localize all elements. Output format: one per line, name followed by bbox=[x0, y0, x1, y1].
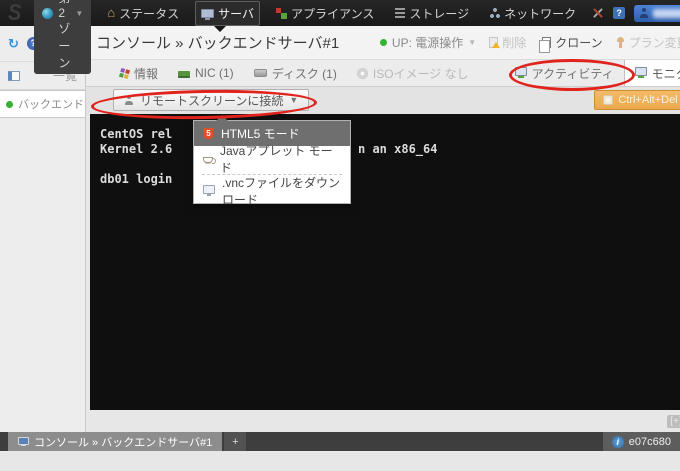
globe-icon bbox=[42, 8, 53, 19]
refresh-icon[interactable]: ↻ bbox=[8, 38, 19, 50]
body-row: ↻ 一覧 バックエンドサ コンソール » バックエンドサーバ#1 UP bbox=[0, 26, 680, 432]
person-icon bbox=[124, 95, 134, 106]
console-login-prompt: db01 login bbox=[100, 172, 680, 187]
chevron-down-icon: ▼ bbox=[468, 38, 476, 47]
zone-label: 石狩第2ゾーン bbox=[58, 0, 70, 71]
tab-activity[interactable]: アクティビティ bbox=[505, 60, 624, 86]
html5-icon bbox=[203, 128, 214, 140]
chevron-down-icon: ▼ bbox=[75, 9, 83, 18]
menu-item-download-vnc-file[interactable]: .vncファイルをダウンロード bbox=[194, 178, 350, 203]
nav-item-storage[interactable]: ストレージ bbox=[390, 2, 474, 25]
console-line: Kernel 2.6 n an x86_64 bbox=[100, 142, 680, 157]
storage-icon bbox=[395, 8, 405, 18]
tools-icon[interactable] bbox=[592, 7, 604, 19]
console-line-fragment: n an x86_64 bbox=[358, 142, 437, 157]
chevron-down-icon: ▼ bbox=[289, 95, 298, 105]
vnc-file-icon bbox=[203, 185, 215, 194]
app-window: S 石狩第2ゾーン ▼ ⌂ ステータス サーバ アプライアンス ストレージ ネッ… bbox=[0, 0, 680, 471]
tab-info[interactable]: 情報 bbox=[110, 60, 168, 86]
server-icon bbox=[201, 9, 214, 18]
console-line bbox=[100, 157, 680, 172]
delete-page-icon bbox=[489, 37, 498, 48]
info-icon bbox=[612, 436, 624, 448]
console-footer-strip: [+] bbox=[86, 410, 680, 432]
plan-change-icon bbox=[616, 37, 625, 48]
appliance-icon bbox=[276, 8, 287, 19]
nic-icon bbox=[178, 71, 190, 78]
tab-iso-image: ISOイメージ なし bbox=[347, 60, 479, 86]
monitor-icon bbox=[18, 437, 29, 445]
account-pill[interactable] bbox=[634, 5, 680, 22]
disk-icon bbox=[254, 69, 267, 77]
page-header: コンソール » バックエンドサーバ#1 UP: 電源操作 ▼ 削除 クローン bbox=[86, 26, 680, 60]
sidebar: ↻ 一覧 バックエンドサ bbox=[0, 26, 86, 432]
menu-item-java-applet-mode[interactable]: Javaアプレット モード bbox=[194, 146, 350, 171]
clone-button[interactable]: クローン bbox=[539, 34, 602, 51]
top-navbar: S 石狩第2ゾーン ▼ ⌂ ステータス サーバ アプライアンス ストレージ ネッ… bbox=[0, 0, 680, 26]
nav-item-appliance[interactable]: アプライアンス bbox=[271, 2, 379, 25]
tab-bar: 情報 NIC (1) ディスク (1) ISOイメージ なし アクティビティ bbox=[86, 60, 680, 87]
header-actions: UP: 電源操作 ▼ 削除 クローン プラン変更 bbox=[380, 34, 680, 51]
bottom-status-bar: コンソール » バックエンドサーバ#1 + e07c680 bbox=[0, 432, 680, 451]
remote-console-screen[interactable]: CentOS rel Kernel 2.6 n an x86_64 db01 l… bbox=[90, 114, 680, 411]
monitor-icon bbox=[635, 67, 647, 76]
info-pinwheel-icon bbox=[119, 68, 130, 79]
iso-image-icon bbox=[357, 68, 368, 79]
navbar-right-group: アカウント bbox=[592, 0, 680, 33]
tab-disk[interactable]: ディスク (1) bbox=[244, 60, 347, 86]
build-version-badge: e07c680 bbox=[603, 432, 680, 451]
person-icon bbox=[639, 8, 649, 19]
list-book-icon[interactable] bbox=[8, 71, 20, 81]
java-cup-icon bbox=[203, 157, 213, 163]
status-up-dot-icon bbox=[380, 39, 387, 46]
expand-console-control[interactable]: [+] bbox=[667, 415, 680, 428]
help-icon[interactable] bbox=[613, 7, 625, 19]
page-title: コンソール » バックエンドサーバ#1 bbox=[96, 32, 339, 53]
network-icon bbox=[490, 8, 500, 18]
account-name-redacted bbox=[653, 9, 680, 18]
nav-item-network[interactable]: ネットワーク bbox=[485, 2, 581, 25]
new-tab-button[interactable]: + bbox=[224, 432, 246, 451]
nav-item-server[interactable]: サーバ bbox=[195, 1, 260, 26]
clone-copy-icon bbox=[542, 37, 551, 48]
sidebar-item-backend-server[interactable]: バックエンドサ bbox=[0, 90, 86, 118]
console-line: CentOS rel bbox=[100, 127, 680, 142]
dropdown-pointer bbox=[216, 115, 228, 121]
nav-item-status[interactable]: ⌂ ステータス bbox=[102, 2, 184, 25]
zone-selector[interactable]: 石狩第2ゾーン ▼ bbox=[34, 0, 91, 74]
tab-monitor[interactable]: モニタ bbox=[624, 60, 680, 86]
delete-button: 削除 bbox=[489, 34, 526, 51]
remote-screen-connect-button[interactable]: リモートスクリーンに接続 ▼ bbox=[113, 89, 309, 111]
active-nav-pointer bbox=[214, 26, 226, 32]
connect-mode-dropdown-menu: HTML5 モード Javaアプレット モード .vncファイルをダウンロード bbox=[193, 120, 351, 204]
power-status-dropdown[interactable]: UP: 電源操作 ▼ bbox=[380, 34, 476, 51]
main-panel: コンソール » バックエンドサーバ#1 UP: 電源操作 ▼ 削除 クローン bbox=[86, 26, 680, 432]
power-on-dot-icon bbox=[6, 101, 13, 108]
home-icon: ⌂ bbox=[107, 7, 115, 19]
ctrl-alt-del-button[interactable]: Ctrl+Alt+Del bbox=[594, 90, 680, 110]
sakura-cloud-logo: S bbox=[8, 0, 21, 25]
console-toolbar: リモートスクリーンに接続 ▼ Ctrl+Alt+Del bbox=[86, 87, 680, 114]
plan-change-button: プラン変更 bbox=[616, 34, 680, 51]
keyboard-key-icon bbox=[603, 95, 613, 105]
tab-nic[interactable]: NIC (1) bbox=[168, 60, 244, 86]
activity-monitor-icon bbox=[515, 67, 527, 76]
statusbar-tab-console[interactable]: コンソール » バックエンドサーバ#1 bbox=[8, 432, 222, 451]
